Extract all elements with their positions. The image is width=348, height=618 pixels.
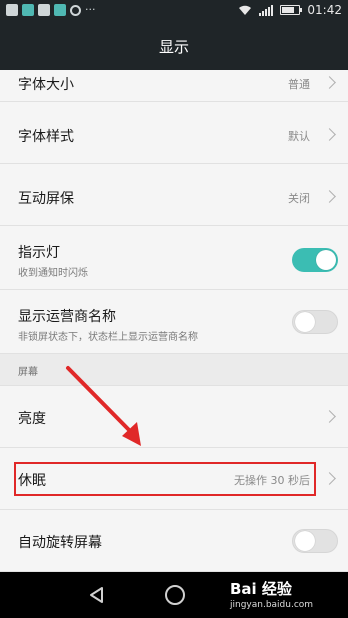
- status-bar: ··· 01:42: [0, 0, 348, 22]
- auto-rotate-toggle[interactable]: [292, 529, 338, 553]
- setting-label: 指示灯: [18, 245, 60, 261]
- signal-icon: [259, 4, 274, 16]
- setting-label: 字体样式: [18, 129, 74, 145]
- setting-brightness[interactable]: 亮度: [0, 386, 348, 448]
- setting-label: 互动屏保: [18, 191, 74, 207]
- setting-label: 显示运营商名称: [18, 309, 116, 325]
- toggle-knob: [295, 531, 315, 551]
- section-label: 屏幕: [18, 367, 38, 378]
- more-indicator: ···: [85, 3, 96, 16]
- setting-value: 普通: [288, 78, 310, 91]
- setting-auto-rotate[interactable]: 自动旋转屏幕: [0, 510, 348, 572]
- annotation-highlight-box: [14, 462, 316, 496]
- notification-icon: [54, 4, 66, 16]
- message-icon: [38, 4, 50, 16]
- toggle-knob: [316, 250, 336, 270]
- setting-carrier-name[interactable]: 显示运营商名称 非锁屏状态下，状态栏上显示运营商名称: [0, 290, 348, 354]
- back-icon[interactable]: [88, 586, 106, 604]
- setting-subtitle: 非锁屏状态下，状态栏上显示运营商名称: [18, 332, 198, 343]
- chevron-right-icon: [323, 472, 336, 485]
- setting-font-size[interactable]: 字体大小 普通: [0, 70, 348, 102]
- watermark: Bai 经验 jingyan.baidu.com: [230, 578, 313, 610]
- toggle-knob: [295, 312, 315, 332]
- setting-font-style[interactable]: 字体样式 默认: [0, 102, 348, 164]
- chevron-right-icon: [323, 190, 336, 203]
- setting-indicator-light[interactable]: 指示灯 收到通知时闪烁: [0, 226, 348, 290]
- wifi-icon: [239, 5, 252, 15]
- setting-value: 关闭: [288, 192, 310, 205]
- setting-screensaver[interactable]: 互动屏保 关闭: [0, 164, 348, 226]
- clock: 01:42: [307, 3, 342, 17]
- settings-list[interactable]: 字体大小 普通 字体样式 默认 互动屏保 关闭 指示灯 收到通知时闪烁 显示运营…: [0, 70, 348, 572]
- status-left-icons: ···: [6, 4, 96, 16]
- navigation-bar: Bai 经验 jingyan.baidu.com: [0, 572, 348, 618]
- setting-label: 亮度: [18, 411, 46, 427]
- chevron-right-icon: [323, 76, 336, 89]
- page-title: 显示: [158, 38, 189, 56]
- setting-label: 自动旋转屏幕: [18, 535, 102, 551]
- notification-icon: [22, 4, 34, 16]
- status-right-icons: 01:42: [238, 3, 342, 17]
- watermark-url: jingyan.baidu.com: [230, 600, 314, 610]
- setting-value: 默认: [288, 130, 310, 143]
- setting-subtitle: 收到通知时闪烁: [18, 268, 88, 279]
- home-icon[interactable]: [165, 585, 185, 605]
- carrier-name-toggle[interactable]: [292, 310, 338, 334]
- battery-icon: [280, 5, 303, 15]
- indicator-light-toggle[interactable]: [292, 248, 338, 272]
- sync-icon: [70, 4, 81, 16]
- chevron-right-icon: [323, 128, 336, 141]
- chevron-right-icon: [323, 410, 336, 423]
- setting-label: 字体大小: [18, 77, 74, 93]
- image-icon: [6, 4, 18, 16]
- watermark-logo: Bai 经验: [230, 580, 292, 598]
- title-bar: 显示: [0, 22, 348, 70]
- section-header-screen: 屏幕: [0, 354, 348, 386]
